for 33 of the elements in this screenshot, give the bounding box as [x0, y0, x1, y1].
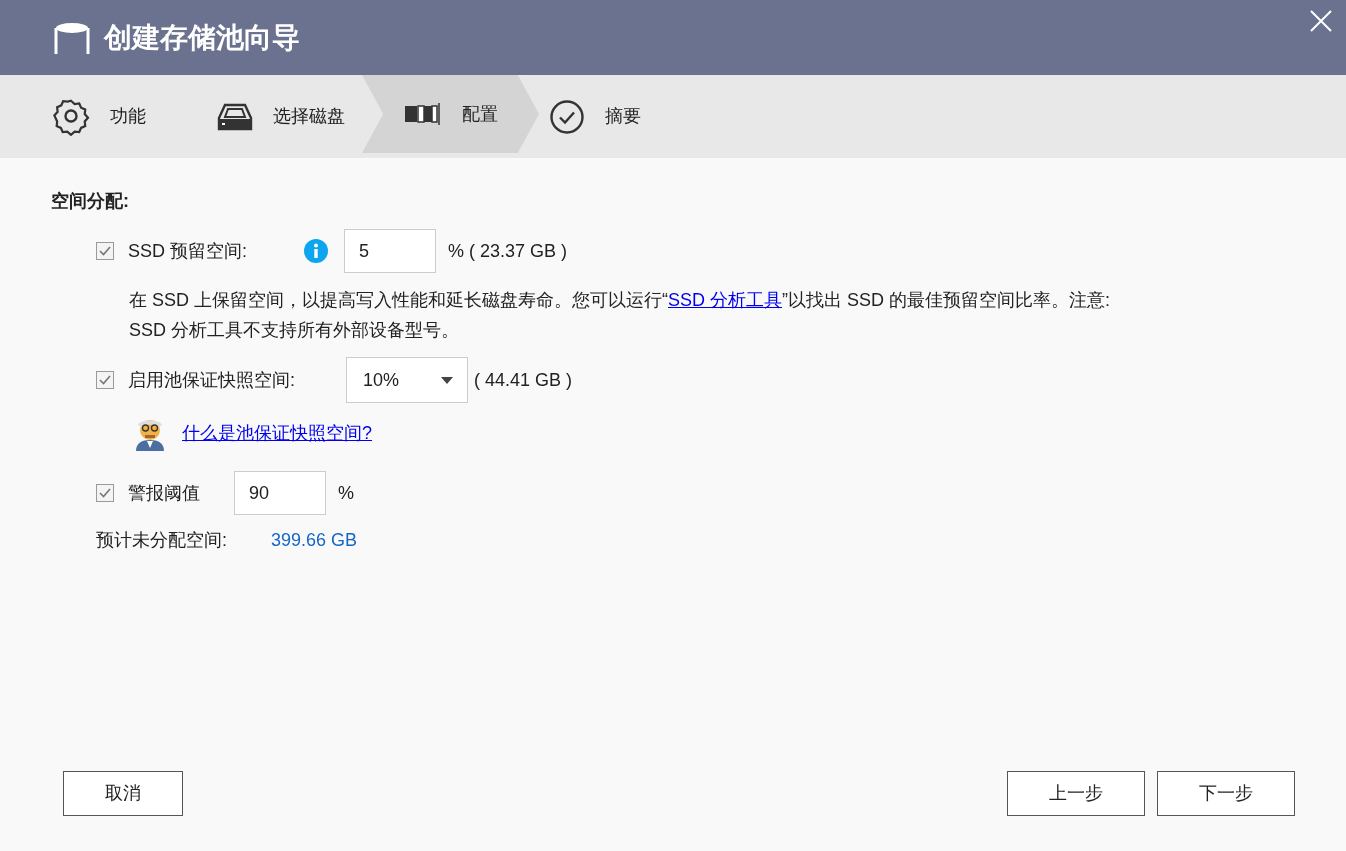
field-label: 启用池保证快照空间:: [128, 368, 296, 392]
percent-dropdown[interactable]: 10%: [346, 357, 468, 403]
section-title: 空间分配:: [51, 190, 130, 213]
step-label: 选择磁盘: [273, 105, 345, 128]
input-field[interactable]: 90: [234, 471, 326, 515]
description-text: 在 SSD 上保留空间，以提高写入性能和延长磁盘寿命。您可以运行“SSD 分析工具”以找出 SSD 的最佳预留空间比率。注意: SSD 分析工具不支持所有外部设备型号。: [129, 289, 1112, 342]
unit-text: %: [338, 481, 354, 505]
caret-icon: [441, 376, 453, 384]
step-label: 摘要: [605, 105, 641, 128]
checkbox[interactable]: [96, 242, 114, 260]
size-text: ( 44.41 GB ): [474, 368, 573, 392]
estimate-label: 预计未分配空间:: [96, 529, 228, 552]
unit-text: % ( 23.37 GB ): [448, 239, 568, 263]
window-title: 创建存储池向导: [104, 20, 300, 55]
field-label: SSD 预留空间:: [128, 239, 248, 263]
analysis-tool-link[interactable]: SSD 分析工具: [668, 290, 783, 310]
next-button[interactable]: 下一步: [1157, 771, 1295, 816]
hard-drive-icon: [217, 101, 253, 132]
input-field[interactable]: 5: [344, 229, 436, 273]
checkbox[interactable]: [96, 484, 114, 502]
cancel-button[interactable]: 取消: [63, 771, 183, 816]
help-link[interactable]: 什么是池保证快照空间?: [182, 419, 372, 447]
step-label: 功能: [110, 105, 146, 128]
gear-icon: [52, 97, 90, 136]
checkbox[interactable]: [96, 371, 114, 389]
disk-bars-icon: [404, 102, 442, 126]
check-circle-icon: [549, 98, 585, 135]
info-icon[interactable]: [304, 239, 328, 263]
estimate-value: 399.66 GB: [271, 529, 358, 552]
step-label: 配置: [462, 102, 498, 126]
field-label: 警报阈值: [128, 481, 201, 505]
back-button[interactable]: 上一步: [1007, 771, 1145, 816]
close-button[interactable]: [1310, 10, 1332, 32]
